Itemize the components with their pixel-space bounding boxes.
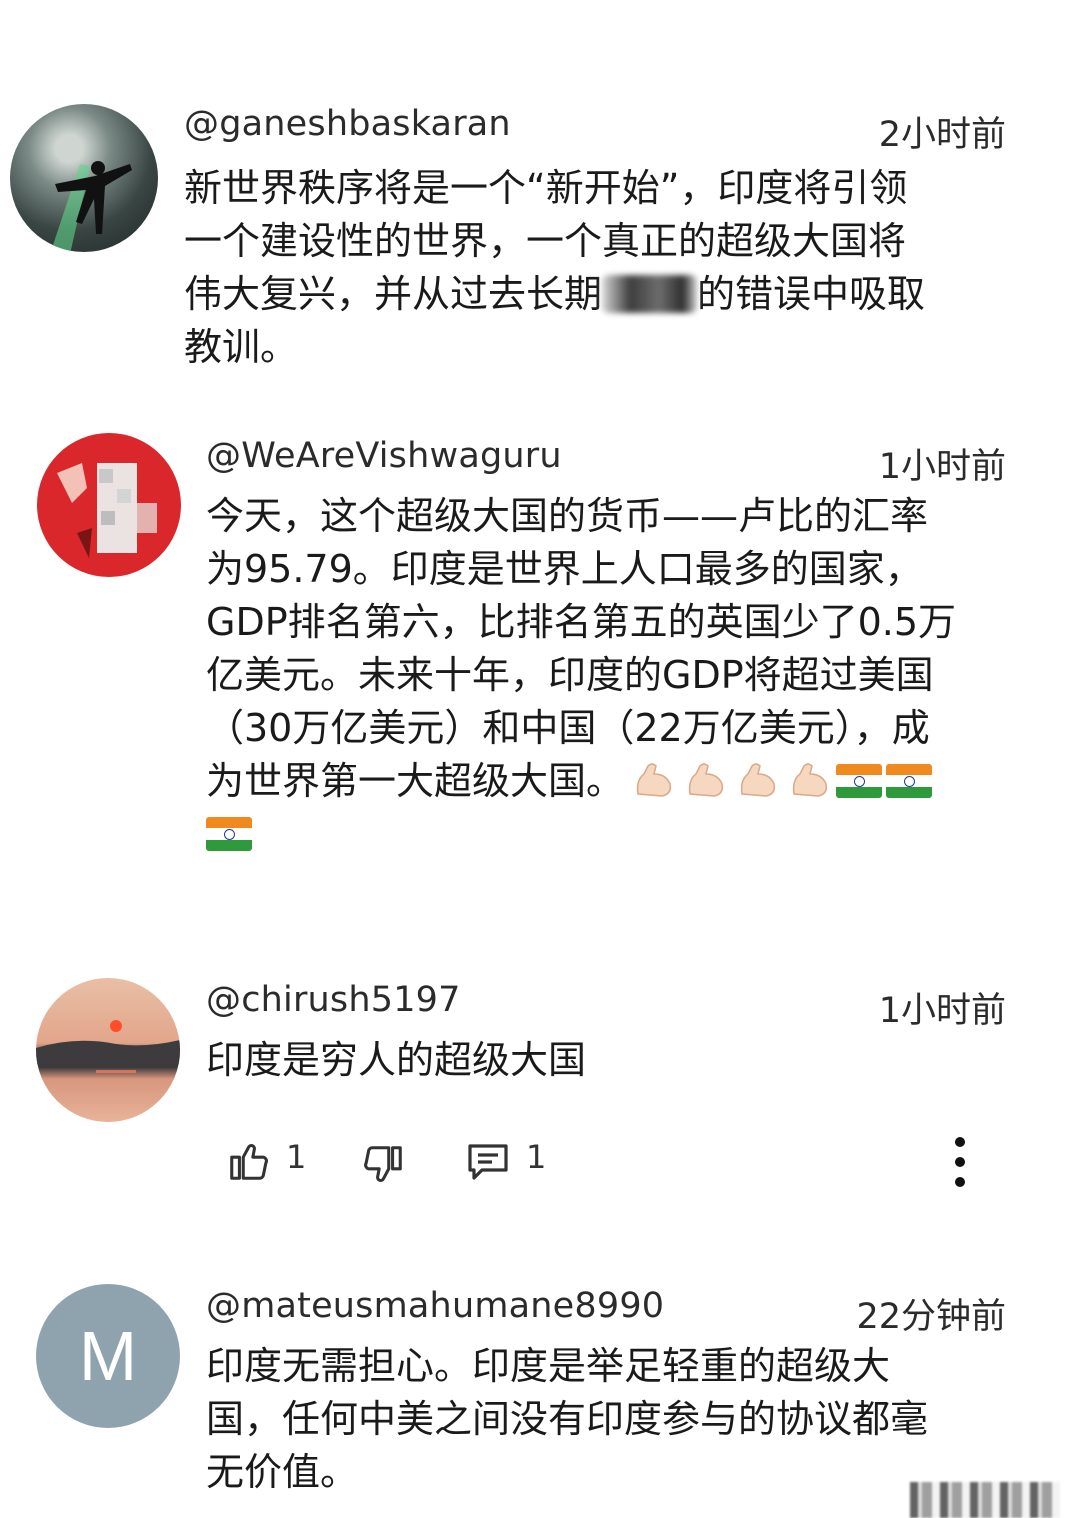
comment-line: 为世界第一大超级大国。 [206, 755, 956, 808]
comment-line: 教训。 [184, 325, 299, 369]
comment-segment: 的错误中吸取 [697, 272, 926, 316]
like-count: 1 [286, 1138, 307, 1176]
comment-timestamp: 22分钟前 [856, 1297, 1006, 1337]
avatar[interactable] [36, 978, 180, 1122]
comment-line: 印度是穷人的超级大国 [206, 1038, 587, 1082]
avatar-letter: M [78, 1317, 138, 1395]
india-flag-icon [886, 764, 933, 798]
india-flag-icon [836, 764, 883, 798]
flexed-biceps-icon [636, 763, 672, 797]
avatar-sunset-icon [36, 1020, 180, 1073]
comment-segment: 伟大复兴，并从过去长期 [184, 272, 603, 316]
comment-timestamp: 1小时前 [878, 447, 1006, 487]
comment-username[interactable]: @ganeshbaskaran [184, 104, 511, 144]
comment-username[interactable]: @WeAreVishwaguru [206, 436, 562, 476]
more-options-button[interactable] [944, 1132, 976, 1192]
comment-timestamp: 2小时前 [878, 115, 1006, 155]
avatar-photo-icon [50, 161, 132, 252]
comment-line: 亿美元。未来十年，印度的GDP将超过美国 [206, 653, 934, 697]
comment-timestamp: 1小时前 [878, 991, 1006, 1031]
reply-icon [468, 1144, 508, 1180]
comment-text: 印度是穷人的超级大国 [206, 1034, 586, 1087]
comment-text: 新世界秩序将是一个“新开始”，印度将引领 一个建设性的世界，一个真正的超级大国将… [184, 162, 925, 374]
reply-button[interactable]: 1 [464, 1132, 554, 1192]
censored-blur [602, 275, 698, 313]
comment-line: 新世界秩序将是一个“新开始”，印度将引领 [184, 166, 908, 210]
flexed-biceps-icon [740, 763, 776, 797]
comment-line: （30万亿美元）和中国（22万亿美元），成 [206, 706, 930, 750]
like-button[interactable]: 1 [226, 1132, 316, 1192]
comment-line: 为95.79。印度是世界上人口最多的国家， [206, 547, 923, 591]
comment-line: 无价值。 [206, 1450, 359, 1494]
comment-text: 印度无需担心。印度是举足轻重的超级大 国，任何中美之间没有印度参与的协议都毫 无… [206, 1340, 928, 1499]
comment-line: 伟大复兴，并从过去长期 的错误中吸取 [184, 268, 925, 321]
comment-username[interactable]: @mateusmahumane8990 [206, 1286, 664, 1326]
flexed-biceps-icon [792, 763, 828, 797]
comment-line: 国，任何中美之间没有印度参与的协议都毫 [206, 1397, 929, 1441]
avatar[interactable]: M [36, 1284, 180, 1428]
reply-count: 1 [526, 1138, 547, 1176]
thumbs-up-icon [230, 1144, 268, 1180]
comment-line: GDP排名第六，比排名第五的英国少了0.5万 [206, 600, 957, 644]
more-vert-icon [955, 1137, 965, 1187]
comment-username[interactable]: @chirush5197 [206, 980, 461, 1020]
dislike-button[interactable] [360, 1132, 410, 1192]
flexed-biceps-icon [688, 763, 724, 797]
comment-actions: 1 1 [0, 1132, 1080, 1192]
thumbs-down-icon [364, 1146, 402, 1182]
comment-line: 今天，这个超级大国的货币——卢比的汇率 [206, 494, 929, 538]
india-flag-icon [206, 817, 252, 851]
comment-text: 今天，这个超级大国的货币——卢比的汇率 为95.79。印度是世界上人口最多的国家… [206, 490, 956, 861]
avatar-red-icon [57, 463, 157, 558]
watermark [910, 1482, 1060, 1518]
comment-segment: 为世界第一大超级大国。 [206, 759, 625, 803]
comment-line: 印度无需担心。印度是举足轻重的超级大 [206, 1344, 891, 1388]
avatar[interactable] [10, 104, 158, 252]
comment-line [206, 808, 956, 861]
avatar[interactable] [37, 433, 181, 577]
comment-line: 一个建设性的世界，一个真正的超级大国将 [184, 219, 907, 263]
